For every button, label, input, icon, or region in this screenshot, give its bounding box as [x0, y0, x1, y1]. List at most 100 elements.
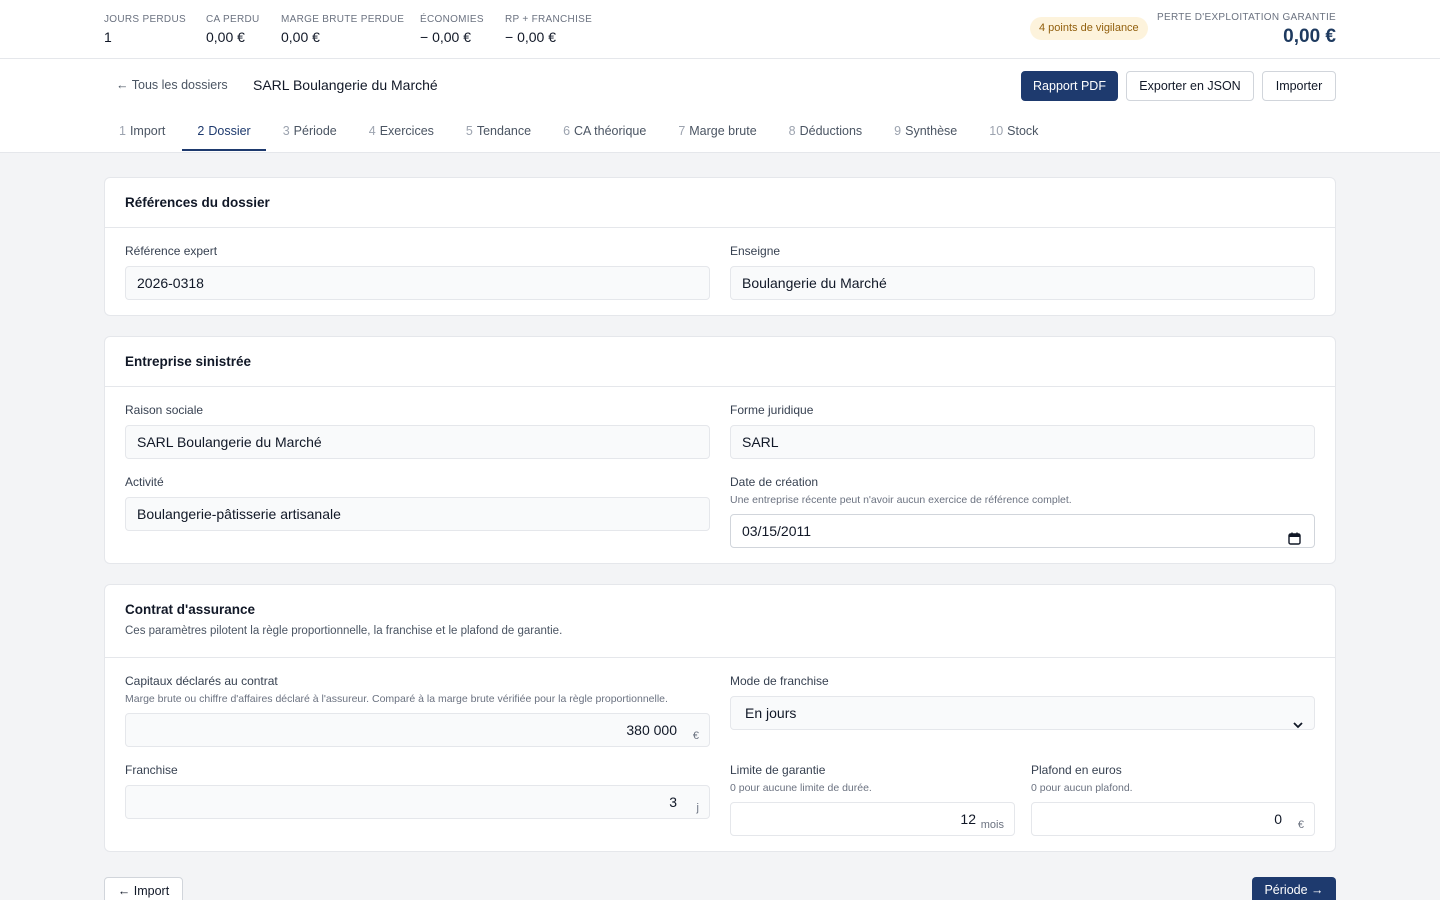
raison-sociale-input[interactable]: SARL Boulangerie du Marché: [125, 425, 710, 459]
tab-number: 9: [894, 124, 902, 138]
tab-dossier[interactable]: 2 Dossier: [182, 115, 266, 151]
field-label: Référence expert: [125, 244, 218, 258]
metric-label: JOURS PERDUS: [104, 14, 186, 25]
jours-suffix: j: [696, 802, 699, 814]
calendar-icon[interactable]: [1288, 524, 1301, 556]
import-button[interactable]: Importer: [1262, 71, 1336, 101]
metric-value: 1: [104, 29, 112, 45]
next-step-button[interactable]: Période →: [1252, 877, 1336, 900]
page-title: SARL Boulangerie du Marché: [253, 77, 438, 93]
date-value: 03/15/2011: [742, 523, 812, 539]
mois-suffix: mois: [980, 819, 1004, 831]
reference-expert-input[interactable]: 2026-0318: [125, 266, 710, 300]
card-title: Contrat d'assurance: [125, 602, 255, 617]
date-creation-input[interactable]: 03/15/2011: [730, 514, 1315, 548]
page-header: ← Tous les dossiers SARL Boulangerie du …: [0, 59, 1440, 153]
tab-import[interactable]: 1 Import: [104, 115, 180, 151]
metric-label: CA PERDU: [206, 14, 260, 25]
vigilance-badge[interactable]: 4 points de vigilance: [1030, 17, 1148, 40]
mode-franchise-select[interactable]: En jours: [730, 696, 1315, 730]
metric-marge-brute-perdue: MARGE BRUTE PERDUE 0,00 €: [281, 14, 404, 45]
capitaux-input[interactable]: 380 000 €: [125, 713, 710, 747]
field-forme-juridique: Forme juridique: [730, 403, 813, 417]
field-label: Forme juridique: [730, 403, 814, 417]
activite-input[interactable]: Boulangerie-pâtisserie artisanale: [125, 497, 710, 531]
tab-number: 3: [282, 124, 290, 138]
field-label: Mode de franchise: [730, 674, 829, 688]
field-franchise: Franchise: [125, 763, 178, 777]
tab-label: Exercices: [379, 124, 434, 138]
tab-label: Stock: [1007, 124, 1039, 138]
metric-economies: ÉCONOMIES − 0,00 €: [420, 14, 484, 45]
tab-number: 8: [788, 124, 796, 138]
tab-label: Période: [293, 124, 337, 138]
field-label: Capitaux déclarés au contrat: [125, 674, 278, 688]
card-references: Références du dossier Référence expert 2…: [104, 177, 1336, 316]
field-enseigne: Enseigne: [730, 244, 780, 258]
field-capitaux: Capitaux déclarés au contrat Marge brute…: [125, 674, 668, 705]
field-label: Date de création: [730, 475, 819, 489]
tab-ca-theorique[interactable]: 6 CA théorique: [548, 115, 661, 151]
limite-garantie-input[interactable]: 12 mois: [730, 802, 1015, 836]
perte-label: PERTE D'EXPLOITATION GARANTIE: [1157, 12, 1336, 23]
limite-value: 12: [960, 811, 976, 827]
perte-exploitation: PERTE D'EXPLOITATION GARANTIE 0,00 €: [1157, 12, 1336, 48]
metric-value: − 0,00 €: [505, 29, 556, 45]
franchise-input[interactable]: 3 j: [125, 785, 710, 819]
tab-label: Déductions: [799, 124, 863, 138]
tab-label: Tendance: [476, 124, 532, 138]
metric-label: ÉCONOMIES: [420, 14, 484, 25]
field-label: Limite de garantie: [730, 763, 826, 777]
enseigne-input[interactable]: Boulangerie du Marché: [730, 266, 1315, 300]
card-header: Entreprise sinistrée: [105, 337, 1335, 387]
field-mode-franchise: Mode de franchise: [730, 674, 829, 688]
rapport-pdf-button[interactable]: Rapport PDF: [1021, 71, 1118, 101]
tab-marge-brute[interactable]: 7 Marge brute: [663, 115, 771, 151]
currency-suffix: €: [1297, 819, 1304, 831]
plafond-input[interactable]: 0 €: [1031, 802, 1315, 836]
field-reference-expert: Référence expert: [125, 244, 217, 258]
back-to-dossiers-link[interactable]: ← Tous les dossiers: [116, 78, 228, 92]
field-label: Raison sociale: [125, 403, 204, 417]
tab-label: Synthèse: [905, 124, 958, 138]
field-label: Enseigne: [730, 244, 781, 258]
tab-stock[interactable]: 10 Stock: [974, 115, 1053, 151]
card-entreprise: Entreprise sinistrée Raison sociale SARL…: [104, 336, 1336, 564]
tab-deductions[interactable]: 8 Déductions: [774, 115, 878, 151]
step-tabs: 1 Import 2 Dossier 3 Période 4 Exercices 5 Te…: [104, 115, 1055, 153]
metric-value: − 0,00 €: [420, 29, 471, 45]
capitaux-value: 380 000: [626, 722, 677, 738]
franchise-value: 3: [669, 794, 677, 810]
metric-rp-franchise: RP + FRANCHISE − 0,00 €: [505, 14, 592, 45]
metric-label: RP + FRANCHISE: [505, 14, 593, 25]
field-help: 0 pour aucun plafond.: [1031, 782, 1133, 794]
tab-periode[interactable]: 3 Période: [268, 115, 352, 151]
forme-juridique-input[interactable]: SARL: [730, 425, 1315, 459]
tab-number: 1: [119, 124, 126, 138]
previous-step-button[interactable]: ← Import: [104, 877, 183, 900]
card-header: Références du dossier: [105, 178, 1335, 228]
field-help: Une entreprise récente peut n'avoir aucu…: [730, 494, 1072, 506]
field-help: 0 pour aucune limite de durée.: [730, 782, 872, 794]
field-label: Plafond en euros: [1031, 763, 1122, 777]
card-description: Ces paramètres pilotent la règle proport…: [125, 625, 563, 637]
field-help: Marge brute ou chiffre d'affaires déclar…: [125, 693, 668, 705]
card-header: Contrat d'assurance Ces paramètres pilot…: [105, 585, 1335, 658]
tab-tendance[interactable]: 5 Tendance: [451, 115, 546, 151]
currency-suffix: €: [692, 730, 699, 742]
tab-synthese[interactable]: 9 Synthèse: [879, 115, 972, 151]
metric-label: MARGE BRUTE PERDUE: [281, 14, 405, 25]
field-label: Activité: [125, 475, 164, 489]
tab-label: Dossier: [208, 124, 251, 138]
field-raison-sociale: Raison sociale: [125, 403, 203, 417]
card-title: Références du dossier: [125, 195, 270, 210]
metric-value: 0,00 €: [281, 29, 320, 45]
plafond-value: 0: [1274, 811, 1282, 827]
export-json-button[interactable]: Exporter en JSON: [1126, 71, 1254, 101]
tab-exercices[interactable]: 4 Exercices: [354, 115, 449, 151]
field-label: Franchise: [125, 763, 178, 777]
tab-number: 5: [465, 124, 473, 138]
tab-number: 6: [563, 124, 571, 138]
tab-label: Import: [129, 124, 166, 138]
tab-number: 4: [368, 124, 376, 138]
